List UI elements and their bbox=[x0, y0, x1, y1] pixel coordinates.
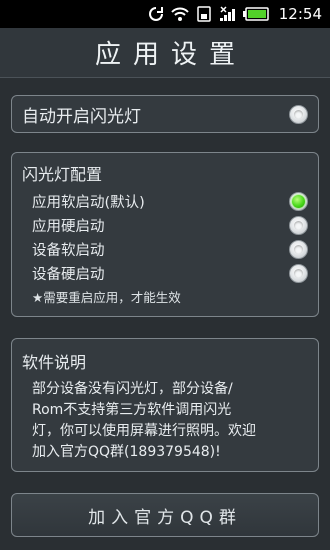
auto-flash-label: 自动开启闪光灯 bbox=[22, 106, 141, 127]
flash-mode-label: 设备硬启动 bbox=[32, 266, 105, 283]
flash-mode-label: 设备软启动 bbox=[32, 242, 105, 259]
flash-mode-options: 应用软启动(默认) 应用硬启动设备软启动设备硬启动 bbox=[22, 189, 308, 285]
signal-icon bbox=[219, 5, 237, 23]
about-text: 部分设备没有闪光灯，部分设备/Rom不支持第三方软件调用闪光灯，你可以使用屏幕进… bbox=[22, 379, 308, 463]
status-bar: 12:54 bbox=[0, 0, 330, 28]
auto-flash-toggle[interactable]: 自动开启闪光灯 bbox=[11, 95, 319, 133]
about-line: 加入官方QQ群(189379548)! bbox=[32, 444, 221, 460]
sync-icon bbox=[147, 5, 165, 23]
flash-mode-radio[interactable] bbox=[289, 215, 308, 235]
about-line: 灯，你可以使用屏幕进行照明。欢迎 bbox=[32, 423, 256, 439]
flash-mode-option[interactable]: 应用软启动(默认) bbox=[22, 189, 308, 213]
page-title: 应用设置 bbox=[94, 40, 247, 70]
flash-mode-option[interactable]: 设备软启动 bbox=[22, 237, 308, 261]
auto-flash-row: 自动开启闪光灯 bbox=[22, 96, 308, 132]
flash-mode-radio[interactable] bbox=[289, 239, 308, 259]
battery-icon bbox=[242, 5, 269, 23]
title-bar: 应用设置 bbox=[0, 28, 330, 78]
flash-config-heading: 闪光灯配置 bbox=[22, 165, 103, 184]
about-heading: 软件说明 bbox=[22, 353, 87, 372]
flash-mode-radio[interactable] bbox=[289, 263, 308, 283]
restart-note: ★需要重启应用，才能生效 bbox=[32, 290, 181, 305]
about-panel: 软件说明 部分设备没有闪光灯，部分设备/Rom不支持第三方软件调用闪光灯，你可以… bbox=[11, 338, 319, 472]
flash-mode-label: 应用硬启动 bbox=[32, 218, 105, 235]
flash-mode-option[interactable]: 设备硬启动 bbox=[22, 261, 308, 285]
flash-mode-label: 应用软启动(默认) bbox=[32, 194, 145, 211]
auto-flash-checkbox[interactable] bbox=[289, 104, 308, 124]
flash-mode-radio[interactable] bbox=[289, 191, 308, 211]
about-line: 部分设备没有闪光灯，部分设备/ bbox=[32, 381, 233, 397]
flash-mode-option[interactable]: 应用硬启动 bbox=[22, 213, 308, 237]
sim-card-icon bbox=[195, 5, 213, 23]
flash-config-panel: 闪光灯配置 应用软启动(默认) 应用硬启动设备软启动设备硬启动 ★需要重启应用，才… bbox=[11, 152, 319, 317]
clock: 12:54 bbox=[278, 5, 322, 23]
about-line: Rom不支持第三方软件调用闪光 bbox=[32, 402, 232, 418]
wifi-icon bbox=[171, 5, 189, 23]
join-qq-group-button[interactable]: 加入官方QQ群 bbox=[11, 493, 319, 537]
